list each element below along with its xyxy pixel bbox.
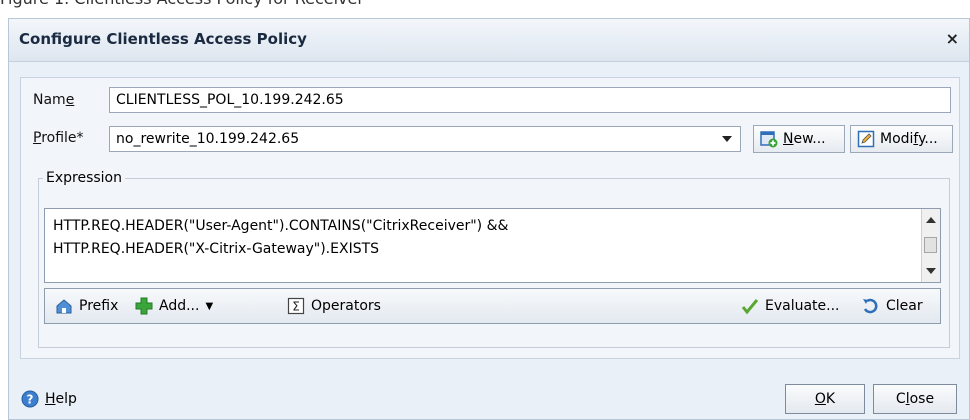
profile-select[interactable]: no_rewrite_10.199.242.65	[109, 126, 741, 152]
help-link[interactable]: ? Help	[21, 382, 77, 416]
add-button[interactable]: Add... ▼	[135, 289, 213, 323]
dialog-titlebar: Configure Clientless Access Policy ×	[9, 19, 969, 62]
modify-profile-button[interactable]: Modify...	[850, 125, 953, 153]
name-label: Name	[33, 92, 75, 108]
scroll-down-icon[interactable]	[926, 268, 936, 274]
scroll-up-icon[interactable]	[926, 217, 936, 223]
expression-toolbar: Prefix Add... ▼ Σ Operators Evaluate... …	[44, 288, 941, 324]
svg-text:?: ?	[27, 393, 34, 407]
add-icon	[135, 297, 153, 315]
ok-button[interactable]: OK	[785, 384, 865, 414]
clear-icon	[862, 297, 880, 315]
new-icon	[760, 130, 778, 148]
svg-text:Σ: Σ	[292, 300, 300, 314]
scroll-thumb[interactable]	[924, 237, 937, 253]
dialog-title: Configure Clientless Access Policy	[19, 30, 307, 48]
operators-icon: Σ	[287, 297, 305, 315]
new-profile-button[interactable]: New...	[753, 125, 845, 153]
name-field[interactable]	[109, 87, 951, 113]
close-icon[interactable]: ×	[946, 19, 959, 59]
profile-selected-value: no_rewrite_10.199.242.65	[116, 131, 300, 147]
evaluate-button[interactable]: Evaluate...	[741, 289, 840, 323]
prefix-icon	[55, 297, 73, 315]
policy-form-panel: Name Profile* no_rewrite_10.199.242.65 N…	[20, 77, 960, 359]
expression-legend: Expression	[46, 170, 122, 186]
figure-caption: Figure 1. Clientless Access Policy for R…	[0, 0, 364, 10]
expression-textarea[interactable]: HTTP.REQ.HEADER("User-Agent").CONTAINS("…	[44, 208, 941, 283]
evaluate-icon	[741, 297, 759, 315]
close-button[interactable]: Close	[873, 384, 957, 414]
clear-button[interactable]: Clear	[862, 289, 923, 323]
add-dropdown-icon[interactable]: ▼	[205, 301, 213, 312]
expression-group: Expression HTTP.REQ.HEADER("User-Agent")…	[38, 170, 950, 348]
help-icon: ?	[21, 390, 39, 408]
expression-text: HTTP.REQ.HEADER("User-Agent").CONTAINS("…	[53, 218, 509, 257]
expression-scrollbar[interactable]	[921, 209, 940, 282]
modify-icon	[857, 130, 875, 148]
operators-button[interactable]: Σ Operators	[287, 289, 381, 323]
configure-policy-dialog: Configure Clientless Access Policy × Nam…	[8, 18, 970, 420]
chevron-down-icon	[722, 136, 732, 142]
prefix-button[interactable]: Prefix	[55, 289, 118, 323]
profile-label: Profile*	[33, 130, 84, 146]
